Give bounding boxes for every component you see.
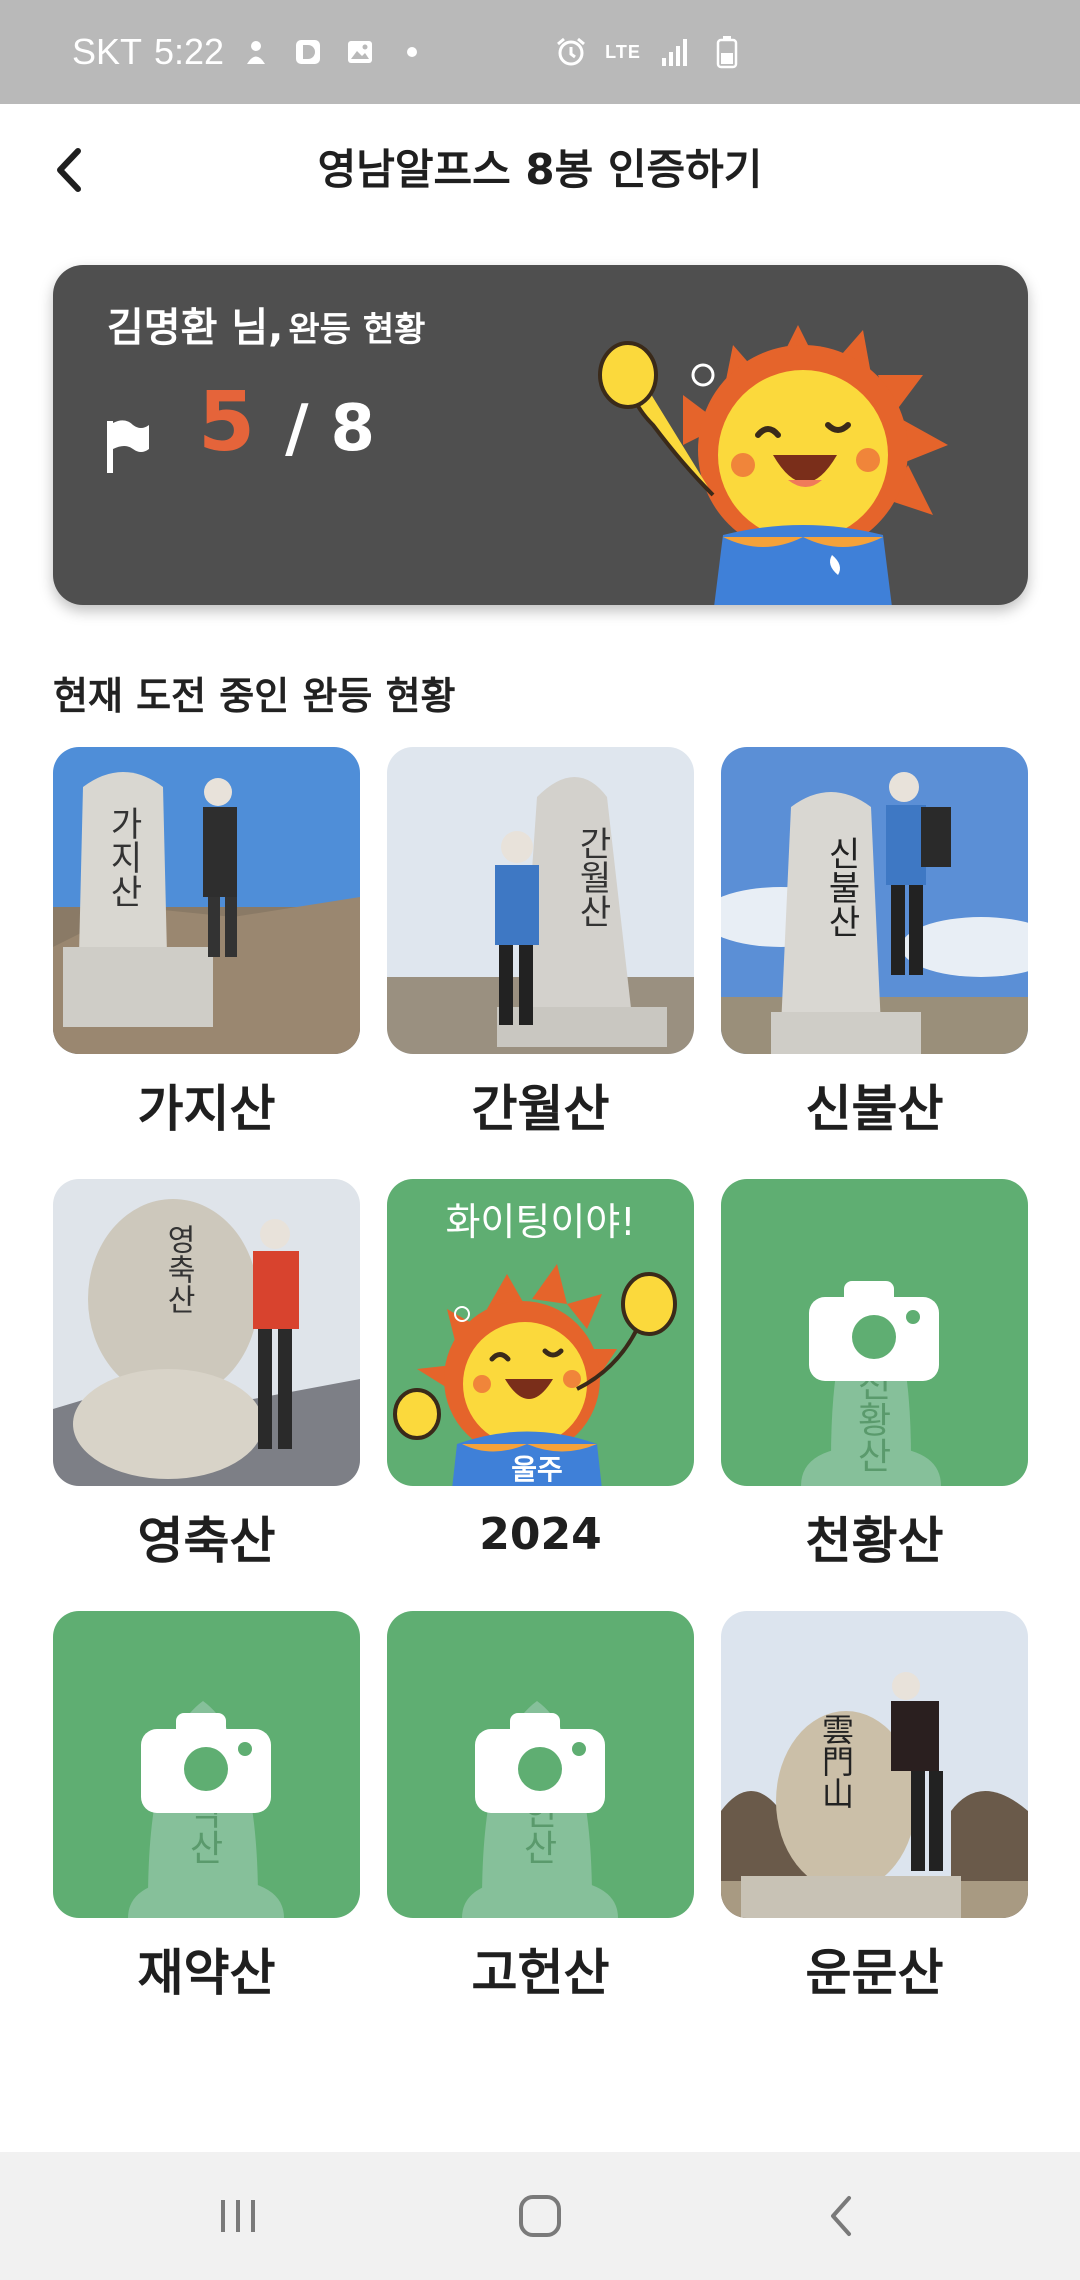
summary-suffix: 완등 현황 [288, 310, 426, 350]
home-icon [519, 2195, 561, 2237]
camera-icon[interactable] [809, 1279, 939, 1381]
section-title: 현재 도전 중인 완등 현황 [53, 674, 456, 718]
mountain-card-jaeyaksan[interactable]: 재약산 재약산 [53, 1611, 360, 2002]
stone-inscription: 영축산 [161, 1224, 196, 1314]
status-left: SKT 5:22 [72, 0, 432, 104]
back-icon [831, 2196, 851, 2236]
summit-photo: 신불산 [721, 747, 1028, 1054]
sun-mascot-illustration [598, 325, 948, 605]
clock: 5:22 [154, 31, 225, 72]
mountain-label: 영축산 [137, 1512, 276, 1570]
dot-icon [392, 32, 432, 72]
recent-apps-button[interactable] [208, 2186, 268, 2246]
mountain-label: 재약산 [137, 1944, 276, 2002]
battery-icon [710, 35, 744, 69]
system-nav-bar [0, 2152, 1080, 2280]
stone-inscription: 신불산 [821, 836, 861, 938]
mountain-label: 가지산 [137, 1080, 276, 1138]
badge-text: 울주 [511, 1453, 563, 1486]
recent-apps-icon [221, 2200, 255, 2232]
summit-photo: 영축산 [53, 1179, 360, 1486]
summit-photo: 가지산 [53, 747, 360, 1054]
mountain-card-cheonhwangsan[interactable]: 천황산 천황산 [721, 1179, 1028, 1570]
summary-card: 김명환 님, 완등 현황 5 / 8 [53, 265, 1028, 605]
cheer-card-2024[interactable]: 화이팅이야! 울주 2024 [387, 1179, 694, 1560]
camera-icon[interactable] [141, 1711, 271, 1813]
status-right: LTE [554, 0, 744, 104]
signal-icon [658, 35, 692, 69]
mountain-card-goheonsan[interactable]: 고헌산 고헌산 [387, 1611, 694, 2002]
completed-count: 5 [198, 375, 256, 470]
stone-inscription: 가지산 [103, 806, 143, 908]
status-bar: SKT 5:22 LTE [0, 0, 1080, 104]
mountain-label: 신불산 [805, 1080, 944, 1138]
pending-tile: 천황산 [721, 1179, 1028, 1486]
mountain-label: 간월산 [471, 1080, 610, 1138]
pending-tile: 재약산 [53, 1611, 360, 1918]
gallery-icon [340, 32, 380, 72]
mountain-card-ganwolsan[interactable]: 간월산 간월산 [387, 747, 694, 1138]
notification-app-icon [236, 32, 276, 72]
page-title: 영남알프스 8봉 인증하기 [317, 145, 763, 194]
mountain-label: 2024 [479, 1509, 602, 1560]
total-count: 8 [330, 392, 375, 466]
completion-counter: 5 / 8 [198, 375, 375, 485]
mountain-card-unmunsan[interactable]: 雲門山 운문산 [721, 1611, 1028, 2002]
stone-inscription: 雲門山 [817, 1713, 855, 1809]
cheer-tile: 화이팅이야! 울주 [387, 1179, 694, 1486]
sun-mascot-cheer-icon: 울주 [393, 1264, 677, 1486]
summit-photo: 간월산 [387, 747, 694, 1054]
mountain-card-gajisan[interactable]: 가지산 가지산 [53, 747, 360, 1138]
home-button[interactable] [510, 2186, 570, 2246]
user-name: 김명환 님, [107, 305, 284, 351]
lte-icon: LTE [605, 42, 641, 62]
faded-stone-inscription: 천황산 [851, 1365, 892, 1473]
mountain-label: 천황산 [805, 1512, 944, 1570]
summary-title: 김명환 님, 완등 현황 [107, 295, 425, 353]
flag-icon [107, 420, 149, 473]
carrier-label: SKT [72, 31, 143, 72]
mountain-card-sinbulsan[interactable]: 신불산 신불산 [721, 747, 1028, 1138]
stone-inscription: 간월산 [572, 826, 612, 928]
mountain-label: 고헌산 [471, 1944, 610, 2002]
mountain-label: 운문산 [805, 1944, 944, 2002]
mountain-card-yeongchuksan[interactable]: 영축산 영축산 [53, 1179, 360, 1570]
counter-slash: / [285, 392, 309, 466]
pending-tile: 고헌산 [387, 1611, 694, 1918]
d-app-icon [288, 32, 328, 72]
system-back-button[interactable] [812, 2186, 872, 2246]
app-header: 영남알프스 8봉 인증하기 [0, 104, 1080, 234]
camera-icon[interactable] [475, 1711, 605, 1813]
alarm-icon [554, 35, 588, 69]
summit-photo: 雲門山 [721, 1611, 1028, 1918]
